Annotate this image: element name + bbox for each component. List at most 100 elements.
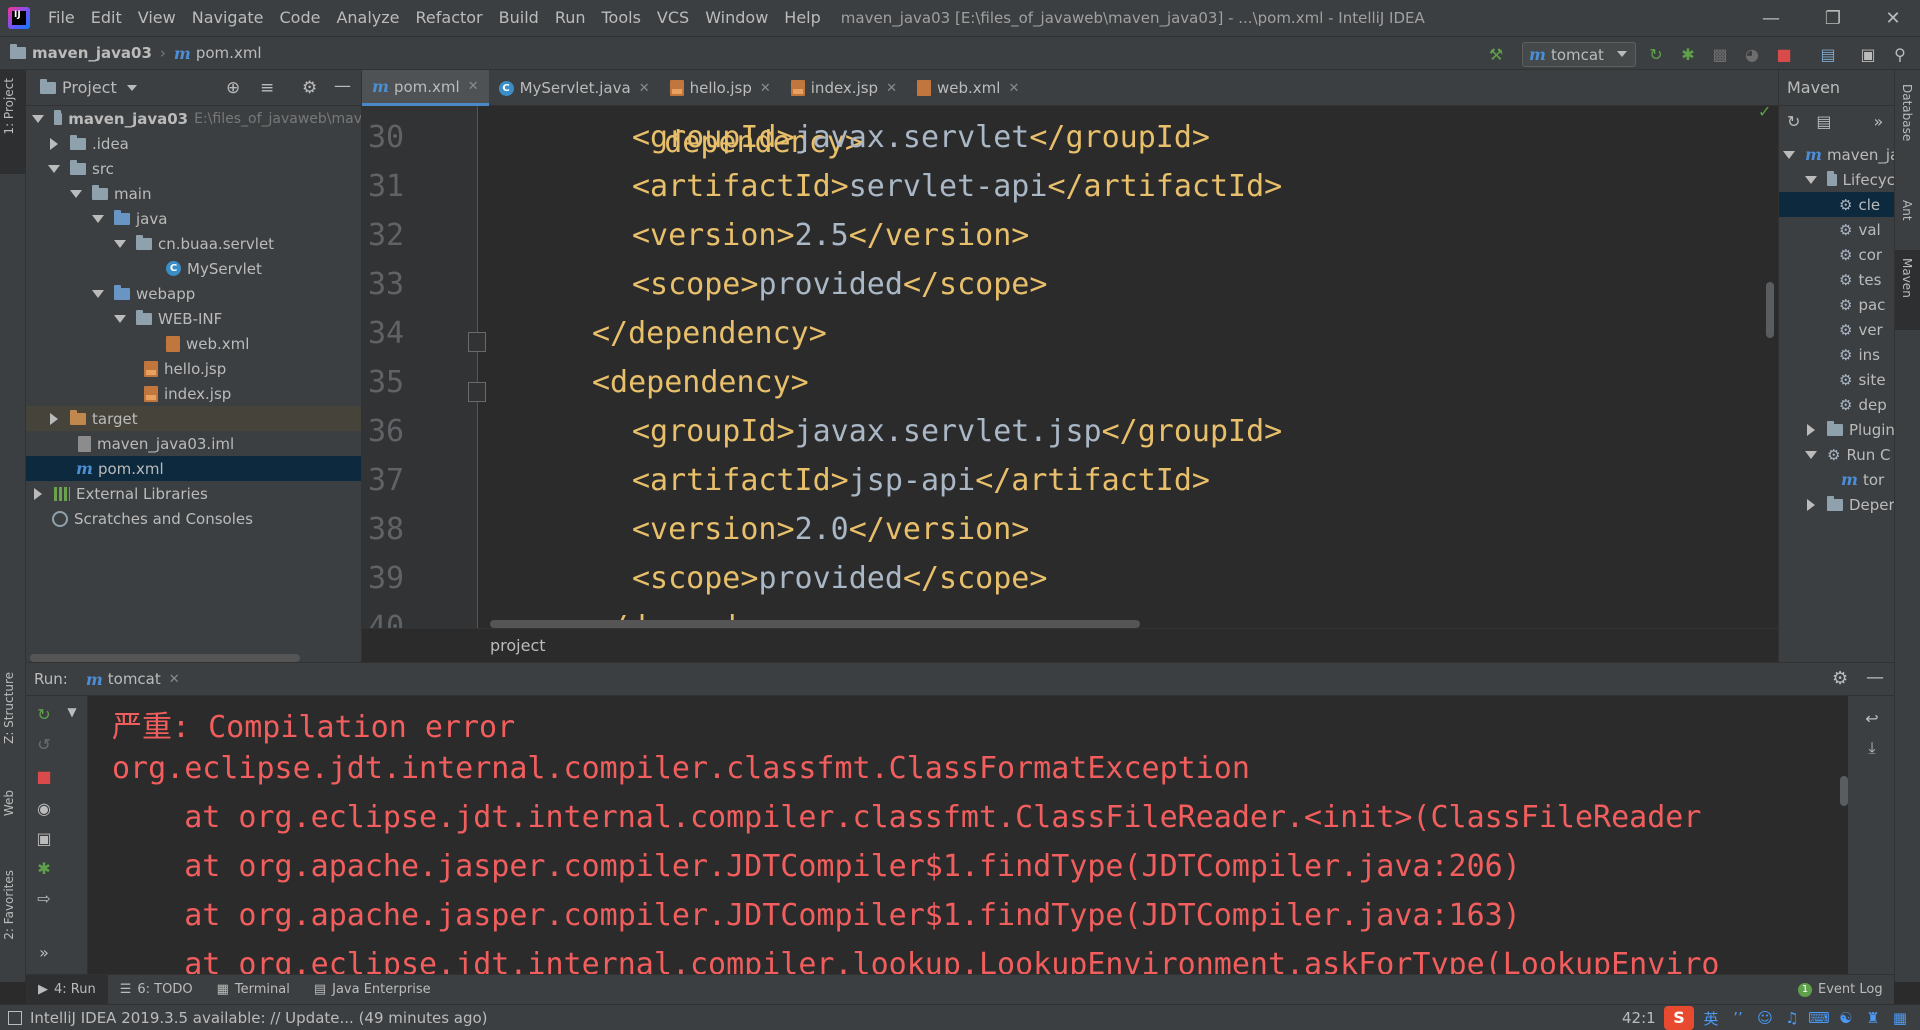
- todo-tool-tab[interactable]: ☰ 6: TODO: [108, 975, 205, 1005]
- expand-arrow-icon[interactable]: [92, 214, 104, 223]
- expand-arrow-icon[interactable]: [1805, 450, 1817, 459]
- stop-icon[interactable]: ■: [34, 766, 54, 786]
- maven-goal-clean[interactable]: ⚙ cle: [1779, 192, 1894, 217]
- stop-icon[interactable]: ■: [1772, 43, 1796, 65]
- run-tool-tab[interactable]: ▶ 4: Run: [26, 974, 108, 1005]
- tree-item-web-xml[interactable]: web.xml: [26, 331, 361, 356]
- close-window-icon[interactable]: ✕: [1868, 0, 1918, 36]
- menu-help[interactable]: Help: [776, 0, 828, 36]
- expand-arrow-icon[interactable]: [32, 114, 44, 123]
- sogou-ime-icon[interactable]: S: [1664, 1006, 1694, 1030]
- gear-icon[interactable]: ⚙: [302, 78, 317, 98]
- maven-dependencies-node[interactable]: Deper: [1779, 492, 1894, 517]
- soft-wrap-icon[interactable]: ↩: [1862, 708, 1882, 728]
- database-tool-tab[interactable]: Database: [1900, 84, 1914, 141]
- close-tab-icon[interactable]: ✕: [760, 81, 771, 96]
- tree-item-maven-java03[interactable]: maven_java03 E:\files_of_javaweb\mav: [26, 106, 361, 131]
- tab-myservlet-java[interactable]: C MyServlet.java ✕: [489, 70, 660, 106]
- web-tool-tab[interactable]: Web: [2, 790, 16, 816]
- project-view-selector[interactable]: Project: [62, 78, 117, 97]
- scroll-to-end-icon[interactable]: ⤓: [1862, 738, 1882, 758]
- fold-end-icon[interactable]: [468, 332, 486, 352]
- project-tool-tab[interactable]: 1: Project: [2, 78, 16, 135]
- expand-arrow-icon[interactable]: [114, 239, 126, 248]
- more-actions-icon[interactable]: »: [1874, 112, 1884, 131]
- maven-goal-site[interactable]: ⚙ site: [1779, 367, 1894, 392]
- tree-item-hello-jsp[interactable]: hello.jsp: [26, 356, 361, 381]
- build-hammer-icon[interactable]: ⚒: [1484, 43, 1508, 65]
- debug-bug-icon[interactable]: ✱: [1676, 43, 1700, 65]
- emoji-icon[interactable]: ☺: [1755, 1008, 1775, 1028]
- collapse-arrow-icon[interactable]: [1807, 423, 1815, 436]
- maven-goal-package[interactable]: ⚙ pac: [1779, 292, 1894, 317]
- tree-item-src[interactable]: src: [26, 156, 361, 181]
- menu-view[interactable]: View: [130, 0, 184, 36]
- menu-run[interactable]: Run: [547, 0, 594, 36]
- chevron-down-icon[interactable]: [126, 84, 137, 91]
- expand-arrow-icon[interactable]: [114, 314, 126, 323]
- tools-grid-icon[interactable]: ▦: [1890, 1008, 1910, 1028]
- tab-index-jsp[interactable]: index.jsp ✕: [781, 70, 907, 106]
- maven-goal-verify[interactable]: ⚙ ver: [1779, 317, 1894, 342]
- status-message[interactable]: IntelliJ IDEA 2019.3.5 available: // Upd…: [30, 1009, 488, 1027]
- expand-arrow-icon[interactable]: [1783, 150, 1795, 159]
- expand-arrow-icon[interactable]: [1805, 175, 1817, 184]
- tab-hello-jsp[interactable]: hello.jsp ✕: [660, 70, 781, 106]
- exit-icon[interactable]: ⇨: [34, 888, 54, 908]
- console-scrollbar[interactable]: [1840, 776, 1848, 806]
- tree-item-myservlet[interactable]: C MyServlet: [26, 256, 361, 281]
- menu-analyze[interactable]: Analyze: [328, 0, 407, 36]
- camera-icon[interactable]: ▣: [34, 828, 54, 848]
- project-horizontal-scrollbar[interactable]: [30, 654, 300, 662]
- maven-lifecycle-node[interactable]: Lifecyc: [1779, 167, 1894, 192]
- microphone-icon[interactable]: ♫: [1782, 1008, 1802, 1028]
- inspection-ok-icon[interactable]: ✓: [1758, 106, 1771, 121]
- collapse-arrow-icon[interactable]: [1807, 498, 1815, 511]
- tree-item-webapp[interactable]: webapp: [26, 281, 361, 306]
- collapse-arrow-icon[interactable]: [50, 412, 58, 425]
- minimize-icon[interactable]: —: [1746, 0, 1796, 36]
- eye-icon[interactable]: ◉: [34, 798, 54, 818]
- close-tab-icon[interactable]: ✕: [639, 81, 650, 96]
- tree-item-iml[interactable]: maven_java03.iml: [26, 431, 361, 456]
- tab-web-xml[interactable]: web.xml ✕: [907, 70, 1029, 106]
- breadcrumb-project[interactable]: maven_java03: [0, 44, 152, 62]
- layout-icon[interactable]: ▣: [1856, 43, 1880, 65]
- line-number-gutter[interactable]: 30 31 32 33 34 35 36 37 38 39 40: [362, 106, 478, 628]
- clothes-icon[interactable]: ♜: [1863, 1008, 1883, 1028]
- keyboard-icon[interactable]: ⌨: [1808, 1008, 1830, 1028]
- fold-start-icon[interactable]: [468, 382, 486, 402]
- tree-item-java[interactable]: java: [26, 206, 361, 231]
- expand-arrow-icon[interactable]: [70, 189, 82, 198]
- search-icon[interactable]: ⚲: [1888, 43, 1912, 65]
- run-config-select[interactable]: m tomcat: [1522, 42, 1636, 67]
- menu-vcs[interactable]: VCS: [649, 0, 697, 36]
- menu-window[interactable]: Window: [697, 0, 776, 36]
- collapse-arrow-icon[interactable]: [34, 487, 42, 500]
- tree-item-web-inf[interactable]: WEB-INF: [26, 306, 361, 331]
- tree-item-index-jsp[interactable]: index.jsp: [26, 381, 361, 406]
- tree-item-external-libraries[interactable]: External Libraries: [26, 481, 361, 506]
- skin-icon[interactable]: ☯: [1836, 1008, 1856, 1028]
- close-tab-icon[interactable]: ✕: [886, 81, 897, 96]
- maven-goal-test[interactable]: ⚙ tes: [1779, 267, 1894, 292]
- close-tab-icon[interactable]: ✕: [1008, 81, 1019, 96]
- maven-plugins-node[interactable]: Plugin: [1779, 417, 1894, 442]
- hide-panel-icon[interactable]: —: [334, 76, 351, 96]
- code-editor[interactable]: 30 31 32 33 34 35 36 37 38 39 40 dependen…: [362, 106, 1778, 628]
- generate-sources-icon[interactable]: ▤: [1816, 112, 1831, 131]
- rerun-icon[interactable]: ↻: [1644, 43, 1668, 65]
- maven-tool-tab[interactable]: Maven: [1900, 258, 1914, 298]
- close-tab-icon[interactable]: ✕: [169, 672, 180, 687]
- tree-item-idea[interactable]: .idea: [26, 131, 361, 156]
- menu-tools[interactable]: Tools: [594, 0, 649, 36]
- event-log-tool-tab[interactable]: 1 Event Log: [1786, 975, 1895, 1005]
- coverage-icon[interactable]: ▩: [1708, 43, 1732, 65]
- structure-tool-tab[interactable]: Z: Structure: [2, 672, 16, 744]
- expand-arrow-icon[interactable]: [92, 289, 104, 298]
- tree-item-scratches[interactable]: Scratches and Consoles: [26, 506, 361, 531]
- rerun-icon[interactable]: ↻: [34, 704, 54, 724]
- editor-horizontal-scrollbar[interactable]: [490, 620, 1140, 628]
- ant-tool-tab[interactable]: Ant: [1900, 200, 1914, 221]
- close-tab-icon[interactable]: ✕: [468, 79, 479, 94]
